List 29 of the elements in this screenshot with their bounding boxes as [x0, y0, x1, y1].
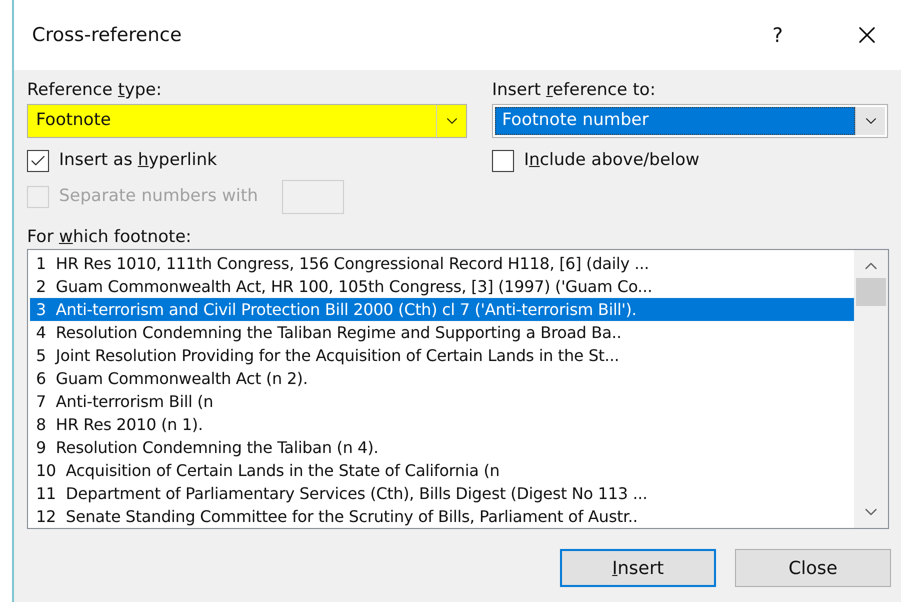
help-button[interactable]: ?: [772, 20, 783, 50]
list-label: For which footnote:: [27, 226, 192, 249]
field-label: Insert reference to:: [492, 79, 657, 102]
list-item[interactable]: 5 Joint Resolution Providing for the Acquisition of Certain Lands in the St...: [30, 344, 854, 367]
checkbox-label: Include above/below: [524, 149, 700, 172]
checkbox[interactable]: [27, 150, 49, 172]
list-item[interactable]: 7 Anti-terrorism Bill (n: [30, 390, 854, 413]
reference-type-dropdown[interactable]: Footnote: [27, 104, 467, 138]
list-item[interactable]: 9 Resolution Condemning the Taliban (n 4).: [30, 436, 854, 459]
list-item[interactable]: 8 HR Res 2010 (n 1).: [30, 413, 854, 436]
insert-reference-dropdown[interactable]: Footnote number: [492, 104, 888, 138]
list-item[interactable]: 4 Resolution Condemning the Taliban Regime and Supporting a Broad Ba..: [30, 321, 854, 344]
list-item[interactable]: 1 HR Res 1010, 111th Congress, 156 Congressional Record H118, [6] (daily ...: [30, 252, 854, 275]
list-item[interactable]: 12 Senate Standing Committee for the Scrutiny of Bills, Parliament of Austr..: [30, 505, 854, 528]
dialog-button[interactable]: Insert: [560, 549, 716, 587]
list-item[interactable]: 10 Acquisition of Certain Lands in the State of California (n: [30, 459, 854, 482]
checkbox-label: Insert as hyperlink: [59, 149, 217, 172]
dialog-button[interactable]: Close: [735, 549, 891, 587]
checkbox-label: Separate numbers with: [59, 185, 258, 208]
list-item[interactable]: 3 Anti-terrorism and Civil Protection Bill 2000 (Cth) cl 7 ('Anti-terrorism Bill').: [30, 298, 854, 321]
scrollbar[interactable]: [854, 250, 888, 528]
list-item[interactable]: 11 Department of Parliamentary Services (Cth), Bills Digest (Digest No 113 ...: [30, 482, 854, 505]
checkbox[interactable]: [492, 150, 514, 172]
list-item[interactable]: 6 Guam Commonwealth Act (n 2).: [30, 367, 854, 390]
list-item[interactable]: 2 Guam Commonwealth Act, HR 100, 105th Congress, [3] (1997) ('Guam Co...: [30, 275, 854, 298]
field-label: Reference type:: [27, 79, 163, 102]
dropdown-value: Footnote number: [495, 107, 855, 135]
window-title: Cross-reference: [32, 22, 183, 48]
scrollbar-thumb[interactable]: [856, 278, 886, 306]
